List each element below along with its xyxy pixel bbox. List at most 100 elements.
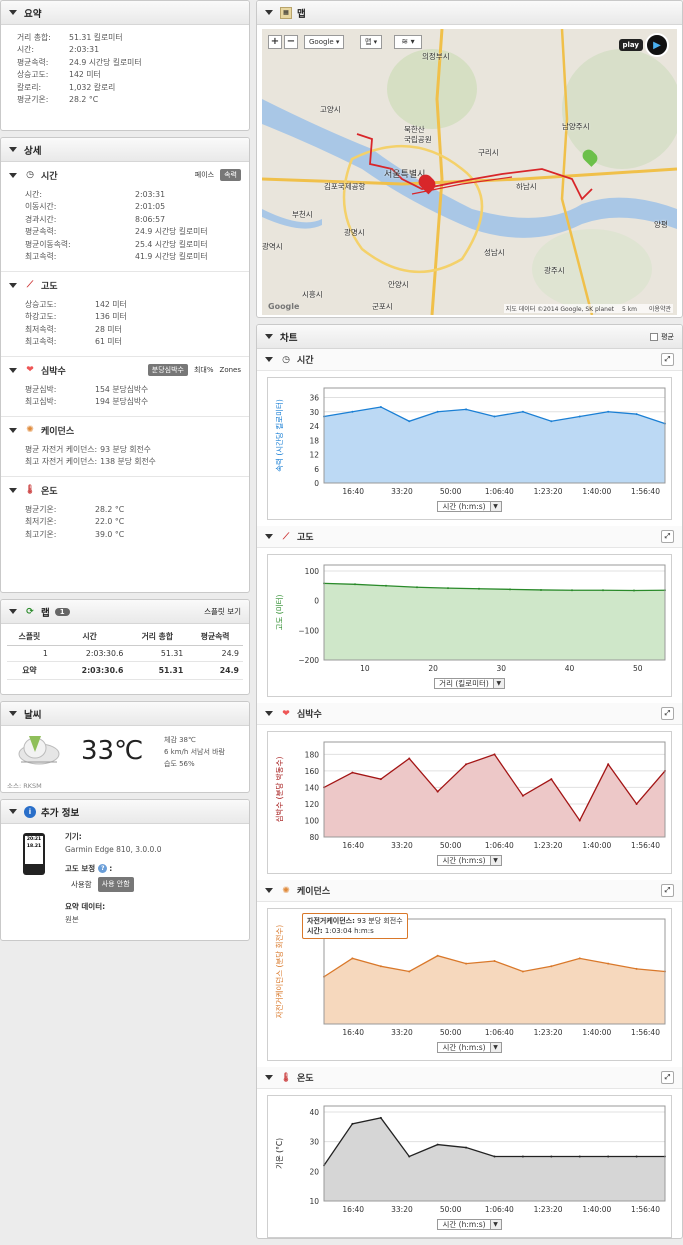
collapse-icon[interactable]	[265, 357, 273, 362]
data-point[interactable]	[607, 410, 610, 413]
data-point[interactable]	[578, 1155, 581, 1158]
data-point[interactable]	[465, 962, 468, 965]
data-point[interactable]	[408, 757, 411, 760]
map-header[interactable]: ▦ 맵	[257, 1, 682, 25]
chart-temp[interactable]: 40 30 20 10 16:40 33:20 50:00 1:06:40 1:23:20 1:4…	[267, 1095, 672, 1238]
data-point[interactable]	[602, 589, 604, 592]
map-zoom-out[interactable]: −	[284, 35, 298, 49]
data-point[interactable]	[379, 1116, 382, 1119]
data-point[interactable]	[635, 802, 638, 805]
expand-icon[interactable]: ⤢	[661, 1071, 674, 1084]
x-axis-select[interactable]: 시간 (h:m:s) ▼	[268, 855, 671, 866]
data-point[interactable]	[385, 584, 387, 587]
chart-elev[interactable]: 100 0 −100 −200 10 20 30 40 50 고도 (미터) 거리 (킬로미터) ▼	[267, 554, 672, 697]
data-point[interactable]	[550, 420, 553, 423]
collapse-icon[interactable]	[265, 711, 273, 716]
collapse-icon[interactable]	[9, 427, 17, 433]
chart-speed[interactable]: 36 30 24 18 12 6 0 16:40 33:20 50:00 1:06:40 1:23:2…	[267, 377, 672, 520]
split-view-link[interactable]: 스플릿 보기	[204, 606, 241, 617]
collapse-icon[interactable]	[265, 10, 273, 15]
x-axis-select[interactable]: 시간 (h:m:s) ▼	[268, 1219, 671, 1230]
data-point[interactable]	[578, 415, 581, 418]
data-point[interactable]	[465, 763, 468, 766]
collapse-icon[interactable]	[9, 147, 17, 152]
collapse-icon[interactable]	[9, 282, 17, 288]
data-point[interactable]	[521, 970, 524, 973]
table-row[interactable]: 1 2:03:30.6 51.31 24.9	[7, 645, 243, 662]
data-point[interactable]	[493, 753, 496, 756]
speed-toggle[interactable]: 속력	[220, 169, 241, 181]
collapse-icon[interactable]	[9, 172, 17, 178]
summary-header[interactable]: 요약	[1, 1, 249, 25]
average-checkbox[interactable]	[650, 332, 659, 341]
elevation-on-toggle[interactable]: 사용함	[71, 878, 92, 891]
maxpct-toggle[interactable]: 최대%	[194, 365, 214, 375]
map-view[interactable]: + − Google ▾ 맵 ▾ ≋ ▾ play ▶ 의정부시 남양주시 고양시 북…	[262, 29, 677, 315]
data-point[interactable]	[550, 1155, 553, 1158]
data-point[interactable]	[408, 1155, 411, 1158]
data-point[interactable]	[578, 819, 581, 822]
data-point[interactable]	[578, 957, 581, 960]
data-point[interactable]	[465, 1146, 468, 1149]
data-point[interactable]	[447, 587, 449, 590]
data-point[interactable]	[635, 1155, 638, 1158]
collapse-icon[interactable]	[265, 888, 273, 893]
data-point[interactable]	[493, 1155, 496, 1158]
x-axis-select[interactable]: 시간 (h:m:s) ▼	[268, 501, 671, 512]
x-axis-select[interactable]: 거리 (킬로미터) ▼	[268, 678, 671, 689]
data-point[interactable]	[436, 1143, 439, 1146]
data-point[interactable]	[351, 410, 354, 413]
data-point[interactable]	[354, 583, 356, 586]
collapse-icon[interactable]	[9, 367, 17, 373]
map-zoom-in[interactable]: +	[268, 35, 282, 49]
data-point[interactable]	[436, 410, 439, 413]
data-point[interactable]	[607, 763, 610, 766]
data-point[interactable]	[635, 413, 638, 416]
detail-header[interactable]: 상세	[1, 138, 249, 162]
elevation-off-toggle[interactable]: 사용 안함	[97, 877, 134, 892]
data-point[interactable]	[521, 1155, 524, 1158]
collapse-icon[interactable]	[9, 487, 17, 493]
data-point[interactable]	[408, 970, 411, 973]
data-point[interactable]	[416, 586, 418, 589]
data-point[interactable]	[633, 589, 635, 592]
data-point[interactable]	[540, 588, 542, 591]
collapse-icon[interactable]	[9, 10, 17, 15]
data-point[interactable]	[571, 589, 573, 592]
data-point[interactable]	[351, 771, 354, 774]
laps-header[interactable]: ⟳ 랩 1 스플릿 보기	[1, 600, 249, 624]
data-point[interactable]	[379, 406, 382, 408]
data-point[interactable]	[493, 415, 496, 418]
data-point[interactable]	[509, 588, 511, 591]
map-provider-select[interactable]: Google ▾	[304, 35, 345, 49]
play-button[interactable]: play ▶	[618, 33, 669, 57]
map-terms-link[interactable]: 이용약관	[649, 306, 671, 313]
extra-info-header[interactable]: i 추가 정보	[1, 800, 249, 824]
data-point[interactable]	[521, 410, 524, 413]
data-point[interactable]	[607, 962, 610, 965]
collapse-icon[interactable]	[265, 1075, 273, 1080]
bpm-toggle[interactable]: 분당심박수	[147, 364, 188, 376]
chart-hr[interactable]: 180 160 140 120 100 80 16:40 33:20 50:00 1:06:40 1…	[267, 731, 672, 874]
data-point[interactable]	[550, 965, 553, 968]
expand-icon[interactable]: ⤢	[661, 530, 674, 543]
data-point[interactable]	[493, 960, 496, 962]
collapse-icon[interactable]	[9, 711, 17, 716]
data-point[interactable]	[351, 1122, 354, 1125]
data-point[interactable]	[478, 587, 480, 590]
collapse-icon[interactable]	[265, 534, 273, 539]
data-point[interactable]	[521, 794, 524, 797]
help-icon[interactable]: ?	[98, 864, 108, 873]
data-point[interactable]	[379, 965, 382, 968]
layers-icon[interactable]: ≋ ▾	[394, 35, 422, 49]
data-point[interactable]	[550, 778, 553, 781]
data-point[interactable]	[379, 778, 382, 781]
x-axis-select[interactable]: 시간 (h:m:s) ▼	[268, 1042, 671, 1053]
chart-cad[interactable]: 16:40 33:20 50:00 1:06:40 1:23:20 1:40:00 1:56…	[267, 908, 672, 1061]
collapse-icon[interactable]	[9, 809, 17, 814]
data-point[interactable]	[436, 954, 439, 957]
zones-toggle[interactable]: Zones	[220, 366, 241, 374]
data-point[interactable]	[607, 1155, 610, 1158]
expand-icon[interactable]: ⤢	[661, 353, 674, 366]
collapse-icon[interactable]	[265, 334, 273, 339]
